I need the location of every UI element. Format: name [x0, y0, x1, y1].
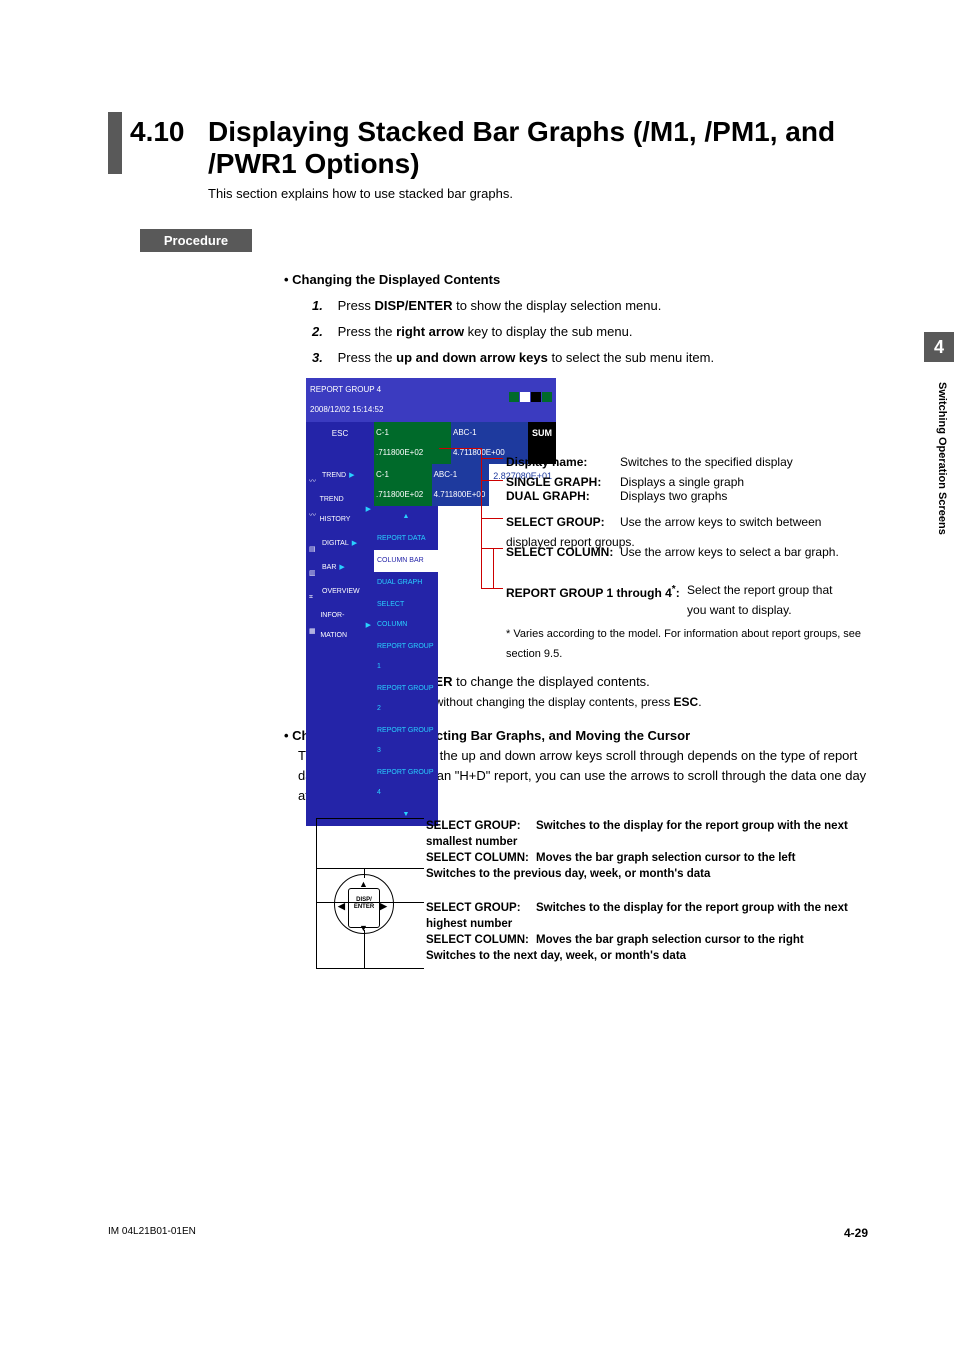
- procedure-heading: Procedure: [140, 229, 252, 252]
- legend-dual: DUAL GRAPH:Displays two graphs: [506, 486, 866, 506]
- section-title: Displaying Stacked Bar Graphs (/M1, /PM1…: [208, 108, 868, 180]
- step-2: 2. Press the right arrow key to display …: [312, 322, 868, 342]
- menu-illustration: REPORT GROUP 4 2008/12/02 15:14:52 ESC C…: [306, 378, 866, 658]
- legend-footnote: * Varies according to the model. For inf…: [506, 624, 866, 664]
- step-3: 3. Press the up and down arrow keys to s…: [312, 348, 868, 368]
- ss-submenu: ▲ REPORT DATA COLUMN BAR DUAL GRAPH SELE…: [374, 506, 438, 826]
- ss-esc: ESC: [306, 422, 374, 464]
- page-number: 4-29: [844, 1226, 868, 1240]
- doc-id: IM 04L21B01-01EN: [108, 1226, 196, 1240]
- section-bar: [108, 112, 122, 174]
- arrow-key-illustration: DISP/ ENTER ▲ ▼ ◀ ▶ SELECT GROUP:Switche…: [306, 818, 866, 964]
- legend-report-group: REPORT GROUP 1 through 4*: Select the re…: [506, 580, 866, 620]
- section-number: 4.10: [130, 108, 208, 148]
- subheading-1: Changing the Displayed Contents: [298, 270, 868, 290]
- side-heading: Switching Operation Screens: [936, 382, 948, 535]
- ss-main-menu: 〰TREND▶ 〰TREND HISTORY▶ ▤DIGITAL▶ ▥BAR▶ …: [306, 464, 374, 826]
- step-1: 1. Press DISP/ENTER to show the display …: [312, 296, 868, 316]
- legend-display-name: Display name:Switches to the specified d…: [506, 452, 866, 472]
- page-footer: IM 04L21B01-01EN 4-29: [108, 1226, 868, 1240]
- chapter-tab: 4: [924, 332, 954, 362]
- section-intro: This section explains how to use stacked…: [208, 186, 868, 201]
- ss-status-icons: [508, 390, 552, 410]
- ss-timestamp: 2008/12/02 15:14:52: [310, 400, 383, 420]
- ss-title: REPORT GROUP 4: [310, 380, 383, 400]
- legend-select-column: SELECT COLUMN:Use the arrow keys to sele…: [506, 542, 866, 562]
